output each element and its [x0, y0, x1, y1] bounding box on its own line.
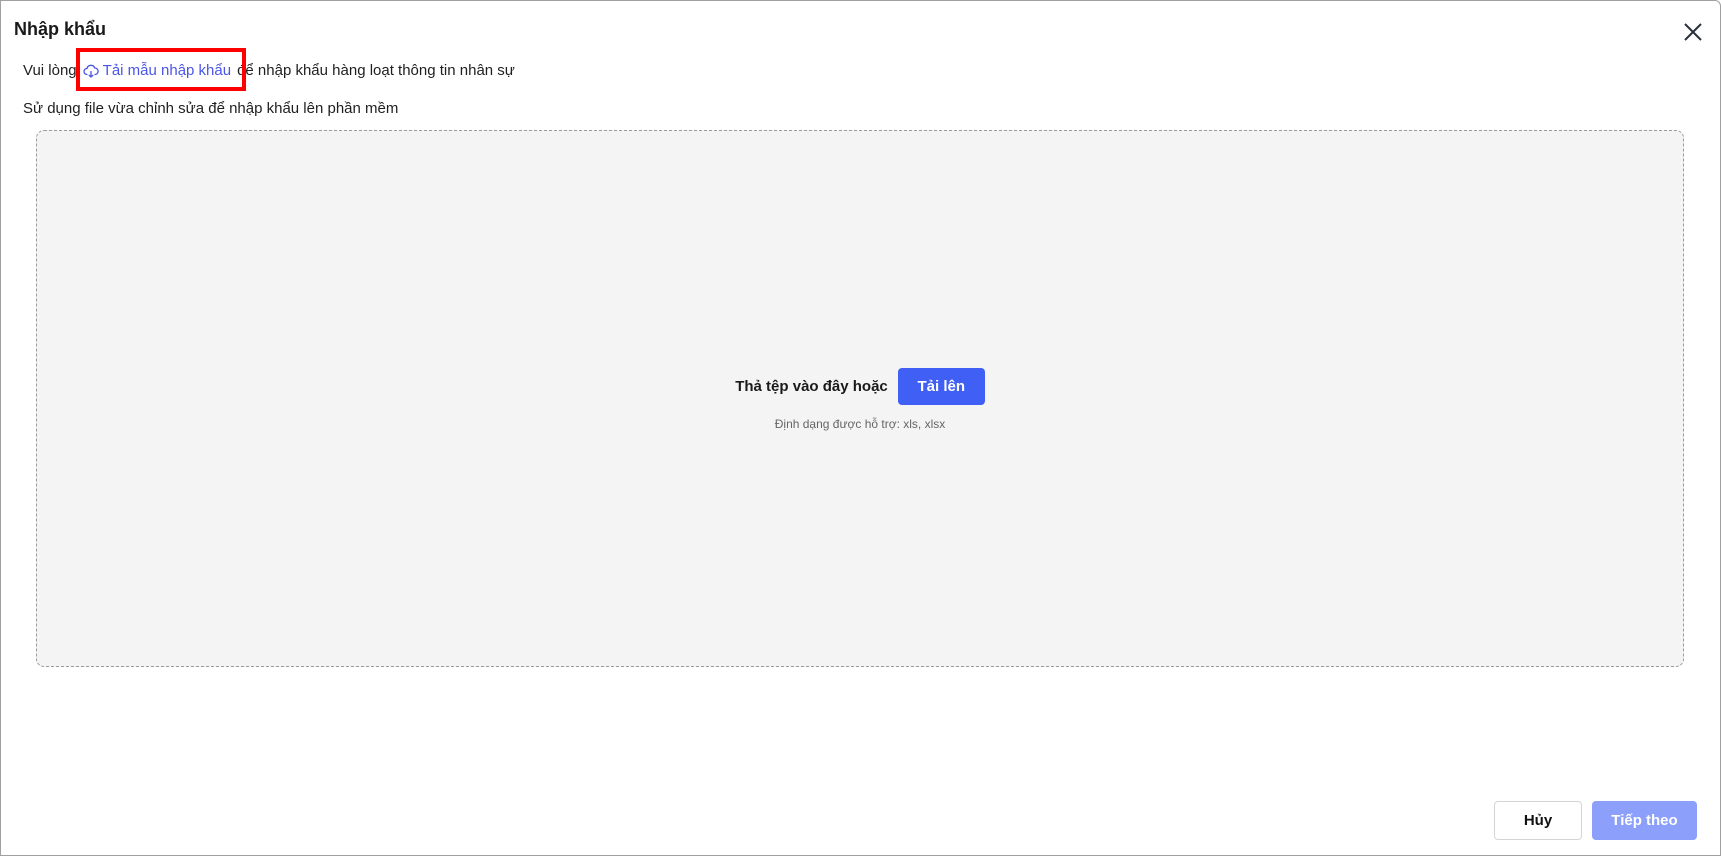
import-dialog: Nhập khẩu Vui lòng Tải mẫu nhập khẩu để …	[0, 0, 1721, 856]
highlight-box	[76, 48, 246, 91]
dialog-title: Nhập khẩu	[14, 19, 107, 39]
file-dropzone[interactable]: Thả tệp vào đây hoặc Tải lên Định dạng đ…	[36, 130, 1684, 667]
next-button[interactable]: Tiếp theo	[1592, 801, 1697, 840]
dropzone-text: Thả tệp vào đây hoặc	[735, 378, 888, 395]
upload-button[interactable]: Tải lên	[897, 368, 985, 405]
close-icon[interactable]	[1682, 21, 1704, 43]
instruction-suffix: để nhập khẩu hàng loạt thông tin nhân sự	[237, 62, 515, 79]
instruction-line-2: Sử dụng file vừa chỉnh sửa để nhập khẩu …	[23, 100, 399, 117]
supported-formats: Định dạng được hỗ trợ: xls, xlsx	[774, 417, 946, 431]
instruction-prefix: Vui lòng	[23, 62, 77, 79]
cancel-button[interactable]: Hủy	[1494, 801, 1582, 840]
